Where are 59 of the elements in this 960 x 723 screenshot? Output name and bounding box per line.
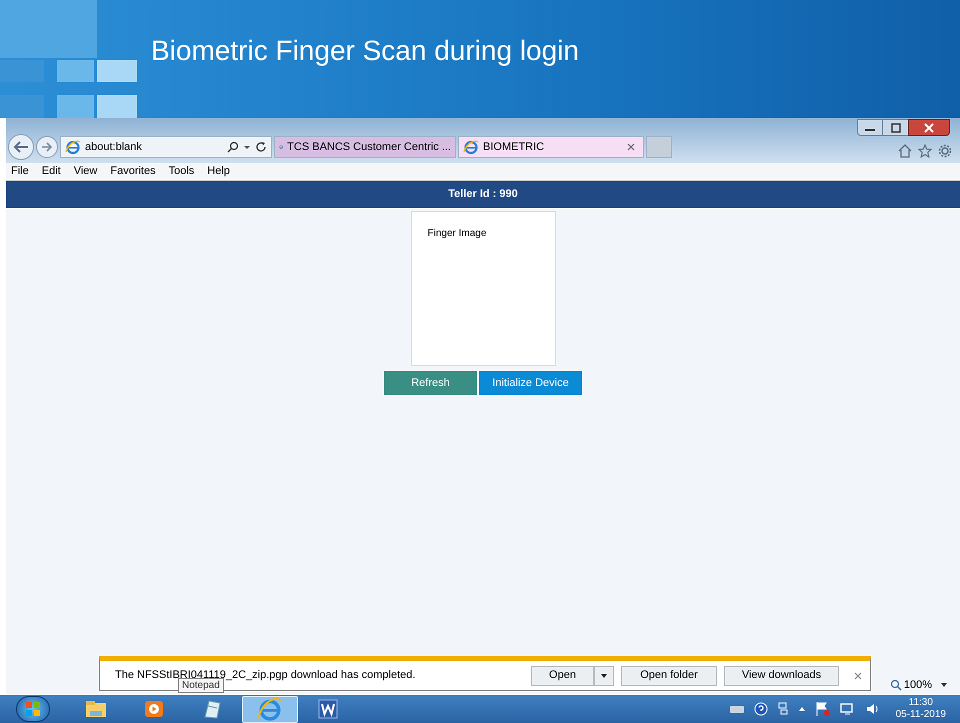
zoom-level-control[interactable]: 100% [890,676,932,693]
help-icon [754,702,768,716]
download-action-button[interactable]: Open folder [621,666,717,686]
menu-item[interactable]: Help [207,163,230,180]
word-app-icon [316,697,340,721]
settings-icon[interactable] [938,144,952,158]
windows-logo-icon [25,701,41,717]
download-action-button[interactable]: View downloads [724,666,839,686]
forward-arrow-icon [41,141,53,153]
initialize-button[interactable]: Initialize Device [479,371,582,395]
star-icon[interactable] [918,144,932,158]
address-text: about:blank [85,140,143,155]
finger-image-label: Finger Image [428,228,486,239]
start-button[interactable] [16,696,50,722]
minimize-button[interactable] [857,119,883,136]
clock[interactable]: 11:30 05-11-2019 [896,697,946,721]
back-arrow-icon [13,141,29,153]
open-options-button[interactable] [594,666,614,686]
clock-time: 11:30 [908,697,933,709]
menu-item[interactable]: Edit [42,163,61,180]
close-icon[interactable] [854,672,862,680]
squares-logo-icon [0,0,138,118]
menu-item[interactable]: Favorites [110,163,156,180]
notepad-tooltip: Notepad [178,678,224,693]
tab-label: BIOMETRIC [483,140,546,155]
close-window-button[interactable] [908,119,950,136]
show-hidden-icon[interactable] [798,705,806,713]
flag-icon [814,701,831,717]
menu-item[interactable]: File [11,163,29,180]
maximize-icon [890,122,902,134]
keyboard-icon [728,703,745,715]
dropdown-caret-icon[interactable] [940,680,948,689]
ie-app-icon [256,695,284,723]
download-action-button[interactable]: Open [531,666,594,686]
home-icon[interactable] [898,144,912,158]
network-icon [776,701,789,717]
refresh-icon [255,141,267,153]
browser-logo-icon [463,139,479,155]
refresh-button[interactable]: Refresh [384,371,477,395]
tab-label: TCS BANCS Customer Centric ... [287,140,451,155]
close-icon [923,122,935,134]
dropdown-caret-icon [243,143,251,151]
close-tab-icon[interactable] [627,143,635,151]
back-button[interactable] [8,134,34,160]
menu-item[interactable]: View [74,163,98,180]
forward-button[interactable] [36,136,58,158]
zoom-icon [890,678,902,691]
slide-title: Biometric Finger Scan during login [151,34,579,68]
caret-icon [600,672,608,680]
taskbar-app-button[interactable] [242,696,298,722]
address-field[interactable]: about:blank [60,136,272,158]
menu-item[interactable]: Tools [168,163,194,180]
teller-id-text: Teller Id : 990 [448,187,518,202]
search-icon [227,141,239,153]
browser-tab[interactable]: BIOMETRIC [458,136,644,158]
maximize-button[interactable] [883,119,908,136]
browser-tab[interactable]: TCS BANCS Customer Centric ... [274,136,456,158]
browser-logo-icon [65,139,81,155]
clock-date: 05-11-2019 [896,709,946,721]
